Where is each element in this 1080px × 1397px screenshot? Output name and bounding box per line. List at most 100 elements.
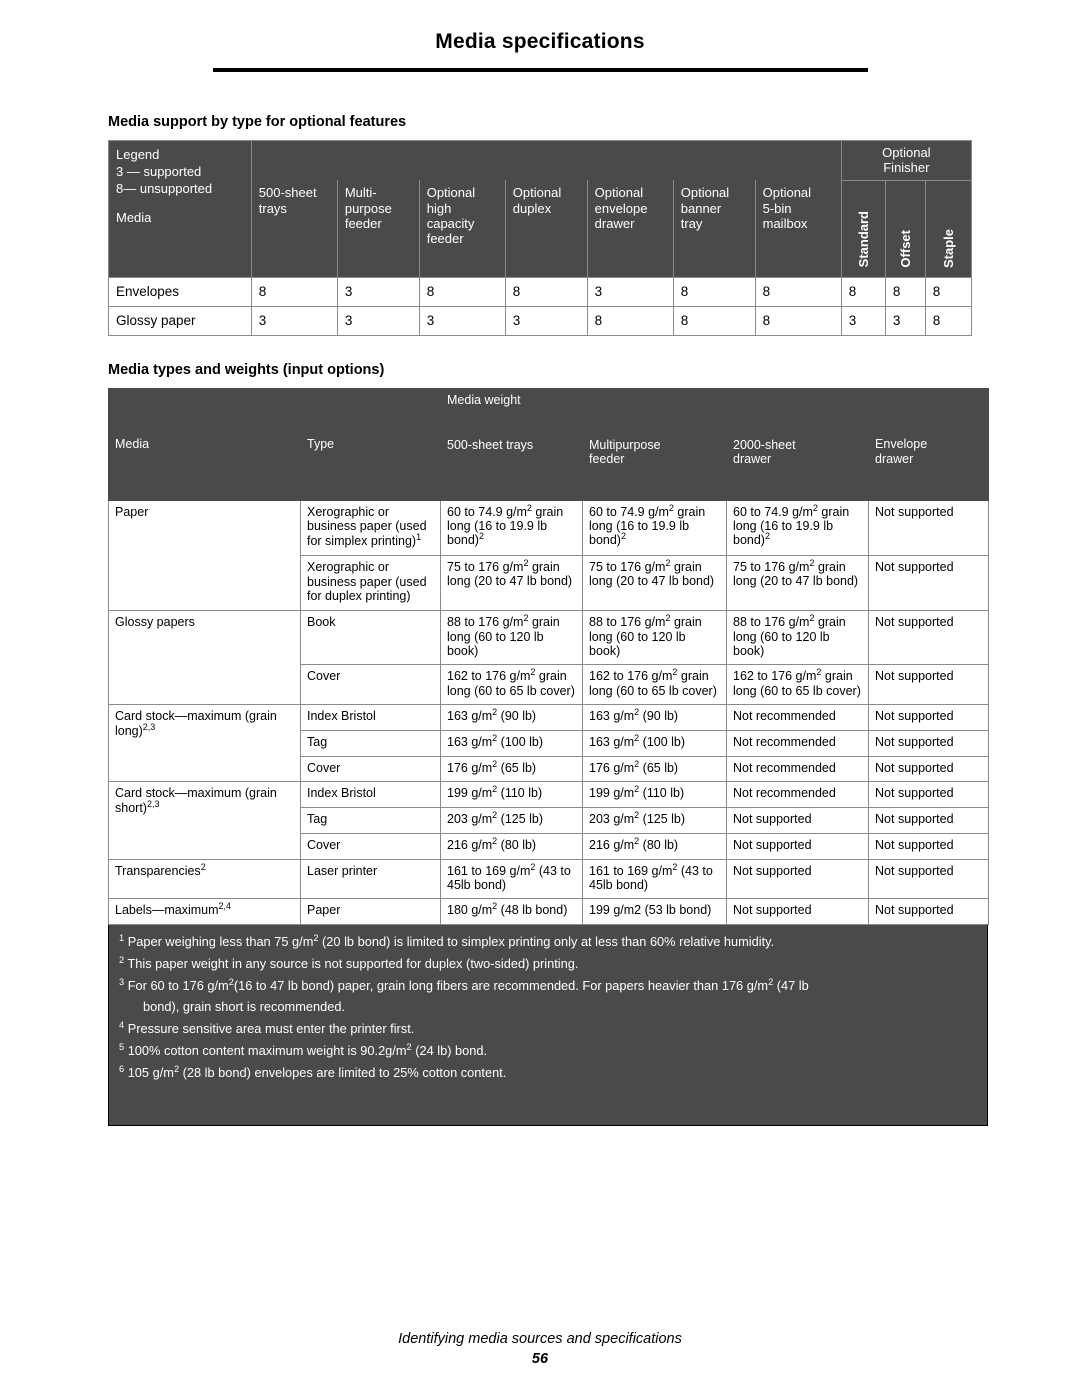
t2-2000sheet-cell: Not supported (725, 858, 870, 900)
t2-envelope-cell: Not supported (868, 807, 990, 834)
footer-caption: Identifying media sources and specificat… (398, 1331, 682, 1347)
t2-envelope-cell: Not supported (868, 729, 990, 757)
t1-cell-r1-c2: 3 (418, 305, 506, 336)
t1-col-header-1: Multi-purpose feeder (336, 180, 420, 278)
footnote-1: 1 Paper weighing less than 75 g/m2 (20 l… (119, 933, 775, 950)
t2-envelope-cell: Not supported (868, 664, 990, 706)
t2-envelope-header-blank (868, 387, 990, 434)
t2-type-cell: Cover (300, 832, 441, 860)
legend-unsupported-text: — unsupported (123, 181, 213, 197)
t2-2000sheet-cell: 88 to 176 g/m2 grain long (60 to 120 lb … (725, 610, 870, 666)
footnote-3: 3 For 60 to 176 g/m2(16 to 47 lb bond) p… (119, 977, 809, 994)
t2-2000sheet-cell: 60 to 74.9 g/m2 grain long (16 to 19.9 l… (725, 499, 870, 556)
footnote-3-continued: bond), grain short is recommended. (143, 998, 346, 1014)
t1-cell-r0-c8: 8 (884, 276, 926, 307)
t2-multipurpose-cell: 161 to 169 g/m2 (43 to 45lb bond) (582, 858, 727, 900)
t1-col-header-5: Optional banner tray (672, 180, 756, 278)
t2-type-cell: Tag (300, 807, 441, 834)
t1-cell-r0-c5: 8 (672, 276, 756, 307)
table-row: Labels—maximum2,4 Paper 180 g/m2 (48 lb bo… (108, 898, 990, 926)
page-title: Media specifications (435, 30, 645, 53)
t1-cell-r1-c0: 3 (250, 305, 338, 336)
finisher-col-standard: Standard (840, 179, 886, 278)
t2-col-type: Type (300, 433, 441, 501)
document-page: Media specifications Media support by ty… (0, 0, 1080, 1397)
media-support-table: Legend 3 — supported 8 — unsupported Medi… (108, 140, 973, 336)
t1-col-header-6: Optional 5-bin mailbox (754, 180, 842, 278)
section-heading-media-types: Media types and weights (input options) (108, 361, 385, 378)
t2-multipurpose-cell: 176 g/m2 (65 lb) (582, 755, 727, 783)
title-divider (212, 68, 868, 72)
t2-col-envelope: Envelope drawer (868, 433, 990, 501)
t2-multipurpose-cell: 163 g/m2 (100 lb) (582, 729, 727, 757)
t2-media-label: Paper (108, 499, 301, 612)
t2-envelope-cell: Not supported (868, 898, 990, 926)
t1-cell-r0-c7: 8 (840, 276, 886, 307)
t2-envelope-cell: Not supported (868, 704, 990, 731)
t2-500sheet-cell: 161 to 169 g/m2 (43 to 45lb bond) (440, 858, 583, 900)
t2-type-cell: Xerographic or business paper (used for … (300, 554, 441, 612)
t2-media-label: Card stock—maximum (grain long)2,3 (108, 704, 301, 783)
t2-500sheet-cell: 216 g/m2 (80 lb) (440, 832, 583, 860)
t1-col-header-3: Optional duplex (504, 180, 588, 278)
media-weight-group-header: Media weight (439, 387, 870, 434)
t2-500sheet-cell: 88 to 176 g/m2 grain long (60 to 120 lb … (440, 610, 583, 666)
t2-2000sheet-cell: Not supported (725, 832, 870, 860)
legend-media-label: Media (116, 210, 152, 226)
t2-500sheet-cell: 180 g/m2 (48 lb bond) (440, 898, 583, 926)
t2-type-cell: Book (300, 610, 441, 666)
t1-cell-r0-c4: 3 (586, 276, 674, 307)
t2-multipurpose-cell: 75 to 176 g/m2 grain long (20 to 47 lb b… (582, 554, 727, 612)
t2-type-cell: Xerographic or business paper (used for … (300, 499, 441, 556)
t2-envelope-cell: Not supported (868, 858, 990, 900)
t2-envelope-cell: Not supported (868, 832, 990, 860)
media-types-weights-table: Media weight Media Type 500-sheet trays Mult… (108, 387, 990, 926)
t1-cell-r0-c1: 3 (336, 276, 420, 307)
t1-cell-r1-c5: 8 (672, 305, 756, 336)
t2-media-label: Card stock—maximum (grain short)2,3 (108, 781, 301, 860)
t2-type-cell: Paper (300, 898, 441, 926)
t2-2000sheet-cell: Not supported (725, 807, 870, 834)
t2-envelope-cell: Not supported (868, 554, 990, 612)
t1-cell-r1-c9: 8 (924, 305, 973, 336)
t2-multipurpose-cell: 199 g/m2 (110 lb) (582, 781, 727, 809)
t2-col-multipurpose: Multipurpose feeder (582, 433, 727, 501)
optional-finisher-group-header: Optional Finisher (840, 140, 973, 181)
t2-2000sheet-cell: Not recommended (725, 781, 870, 809)
t1-body: Envelopes 8 3 8 8 3 8 8 8 8 8 Glossy paper 3 3 3 3 8 8 8 3 3… (108, 276, 973, 336)
legend-spacer (116, 197, 244, 209)
t1-col-header-4: Optional envelope drawer (586, 180, 674, 278)
t1-cell-r1-c3: 3 (504, 305, 588, 336)
t1-cell-r0-c9: 8 (924, 276, 973, 307)
finisher-header-line1: Optional (882, 145, 931, 160)
t2-type-cell: Tag (300, 729, 441, 757)
table-row: Card stock—maximum (grain short)2,3 Index… (108, 781, 990, 860)
legend-supported-symbol: 3 (116, 164, 124, 180)
t2-media-label: Glossy papers (108, 610, 301, 706)
footnote-5: 5 100% cotton content maximum weight is … (119, 1041, 488, 1059)
t2-media-label: Transparencies2 (108, 858, 301, 900)
t2-body: Paper Xerographic or business paper (used… (108, 499, 990, 926)
t1-header-spacer (250, 140, 842, 181)
t2-500sheet-cell: 162 to 176 g/m2 grain long (60 to 65 lb … (440, 664, 583, 706)
t1-cell-r0-c3: 8 (504, 276, 588, 307)
t2-multipurpose-cell: 162 to 176 g/m2 grain long (60 to 65 lb … (582, 664, 727, 706)
table-row: Envelopes 8 3 8 8 3 8 8 8 8 8 (108, 276, 973, 307)
t1-cell-r1-c8: 3 (884, 305, 926, 336)
t1-cell-r1-c6: 8 (754, 305, 842, 336)
t2-envelope-cell: Not supported (868, 499, 990, 556)
t1-cell-r1-c7: 3 (840, 305, 886, 336)
t2-type-cell: Index Bristol (300, 704, 441, 731)
t2-500sheet-cell: 176 g/m2 (65 lb) (440, 755, 583, 783)
t2-multipurpose-cell: 203 g/m2 (125 lb) (582, 807, 727, 834)
legend-label: Legend (116, 147, 160, 162)
t2-500sheet-cell: 60 to 74.9 g/m2 grain long (16 to 19.9 l… (440, 499, 583, 556)
t2-2000sheet-cell: 75 to 176 g/m2 grain long (20 to 47 lb b… (725, 554, 870, 612)
t2-500sheet-cell: 163 g/m2 (100 lb) (440, 729, 583, 757)
t2-media-label: Labels—maximum2,4 (108, 898, 301, 926)
t2-header-row-group: Media weight (108, 387, 990, 434)
t2-2000sheet-cell: Not recommended (725, 755, 870, 783)
table-row: Glossy papers Book 88 to 176 g/m2 grain lo… (108, 610, 990, 706)
t1-cell-r0-c0: 8 (250, 276, 338, 307)
footnote-2: 2 This paper weight in any source is not… (119, 955, 579, 972)
